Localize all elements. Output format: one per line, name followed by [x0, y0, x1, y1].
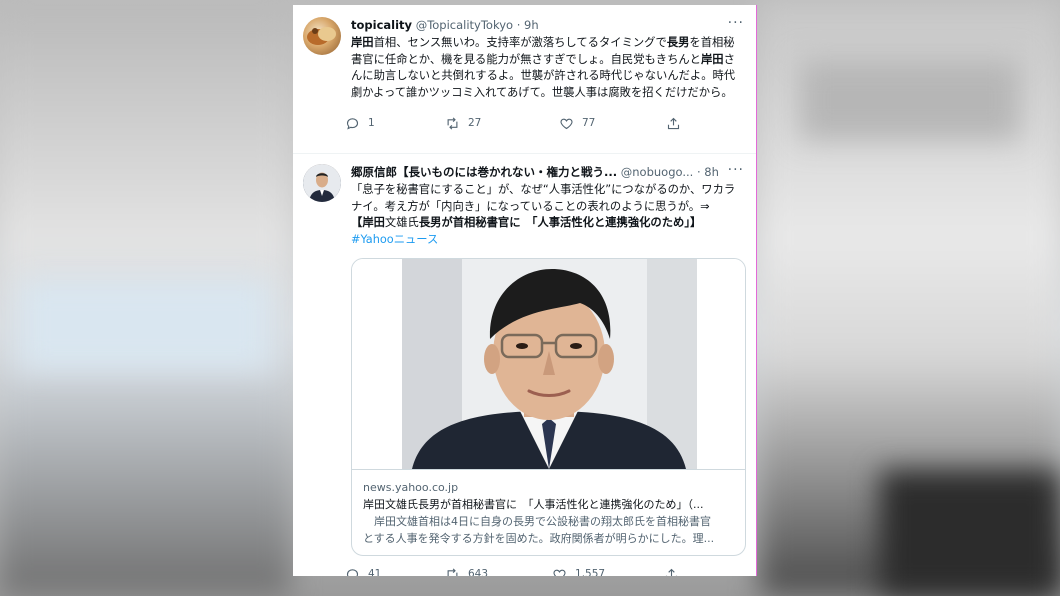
- card-description-line: とする人事を発令する方針を固めた。政府関係者が明らかにした。理...: [363, 532, 715, 545]
- handle[interactable]: @TopicalityTokyo: [416, 18, 513, 32]
- share-button[interactable]: [666, 116, 689, 131]
- tweet[interactable]: topicality @TopicalityTokyo · 9h ··· 岸田首…: [293, 5, 756, 153]
- tweet-header: 郷原信郎【長いものには巻かれない・権力と戦う... @nobuogo... · …: [351, 164, 740, 180]
- avatar[interactable]: [303, 17, 341, 55]
- text-span: 「息子を秘書官にすること」が、なぜ“人事活性化”につながるのか、ワカラナイ。考え…: [351, 183, 736, 213]
- card-title[interactable]: 岸田文雄氏長男が首相秘書官に 「人事活性化と連携強化のため」（...: [363, 496, 734, 513]
- text-bold: が首相秘書官に 「人事活性化と連携強化のため」】: [441, 216, 702, 229]
- card-body: news.yahoo.co.jp 岸田文雄氏長男が首相秘書官に 「人事活性化と連…: [352, 469, 745, 555]
- more-icon[interactable]: ···: [728, 15, 744, 31]
- retweet-icon: [447, 116, 458, 130]
- card-image: [352, 259, 745, 469]
- background-blur-dark: [880, 470, 1060, 596]
- display-name[interactable]: 郷原信郎【長いものには巻かれない・権力と戦う...: [351, 165, 617, 179]
- share-button[interactable]: [664, 567, 687, 576]
- like-button[interactable]: 77: [559, 116, 666, 131]
- handle[interactable]: @nobuogo...: [621, 165, 694, 179]
- like-icon: [560, 118, 573, 129]
- text-bold: 岸田: [362, 216, 385, 229]
- card-domain: news.yahoo.co.jp: [363, 481, 459, 494]
- tweet-text: 岸田首相、センス無いわ。支持率が激落ちしてるタイミングで長男を首相秘書官に任命と…: [351, 35, 740, 101]
- reply-button[interactable]: 41: [345, 567, 445, 576]
- reply-count: 41: [368, 568, 382, 576]
- text-span: 首相、センス無いわ。支持率が激落ちしてるタイミングで: [373, 36, 667, 49]
- share-icon: [665, 568, 678, 576]
- background-blur-accent-2: [800, 60, 1020, 140]
- retweet-count: 27: [468, 117, 482, 129]
- display-name[interactable]: topicality: [351, 18, 412, 32]
- share-icon: [667, 117, 680, 129]
- timestamp[interactable]: 9h: [524, 18, 539, 32]
- portrait-photo: [402, 259, 697, 469]
- tweet[interactable]: 郷原信郎【長いものには巻かれない・権力と戦う... @nobuogo... · …: [293, 153, 756, 576]
- like-count: 77: [582, 117, 596, 129]
- text-bold: 長男: [418, 216, 442, 229]
- separator-dot: ·: [516, 18, 521, 32]
- retweet-button[interactable]: 643: [445, 567, 552, 576]
- text-span: 文雄氏: [384, 216, 419, 229]
- timestamp[interactable]: 8h: [704, 165, 719, 179]
- tweet-actions: 1 27 77: [345, 107, 740, 139]
- background-blur-accent: [20, 280, 270, 370]
- reply-button[interactable]: 1: [345, 116, 445, 131]
- like-button[interactable]: 1,557: [552, 567, 664, 576]
- text-bold: 【: [351, 216, 363, 229]
- retweet-count: 643: [468, 568, 489, 576]
- more-icon[interactable]: ···: [728, 162, 744, 178]
- text-bold: 岸田: [700, 52, 724, 66]
- hashtag-link[interactable]: #Yahooニュース: [351, 233, 438, 246]
- like-count: 1,557: [575, 568, 606, 576]
- reply-count: 1: [368, 117, 375, 129]
- card-description-line: 岸田文雄首相は4日に自身の長男で公設秘書の翔太郎氏を首相秘書官: [363, 515, 711, 528]
- separator-dot: ·: [696, 165, 701, 179]
- tweet-header: topicality @TopicalityTokyo · 9h: [351, 17, 740, 33]
- like-icon: [553, 569, 566, 576]
- tweet-actions: 41 643 1,557: [345, 558, 740, 576]
- link-card[interactable]: news.yahoo.co.jp 岸田文雄氏長男が首相秘書官に 「人事活性化と連…: [351, 258, 746, 556]
- retweet-button[interactable]: 27: [445, 116, 559, 131]
- text-bold: 長男: [666, 36, 690, 49]
- avatar[interactable]: [303, 164, 341, 202]
- reply-icon: [346, 568, 359, 576]
- reply-icon: [346, 117, 359, 130]
- timeline-panel: topicality @TopicalityTokyo · 9h ··· 岸田首…: [293, 5, 757, 576]
- retweet-icon: [447, 567, 458, 576]
- tweet-text: 「息子を秘書官にすること」が、なぜ“人事活性化”につながるのか、ワカラナイ。考え…: [351, 182, 740, 248]
- text-bold: 岸田: [351, 36, 374, 49]
